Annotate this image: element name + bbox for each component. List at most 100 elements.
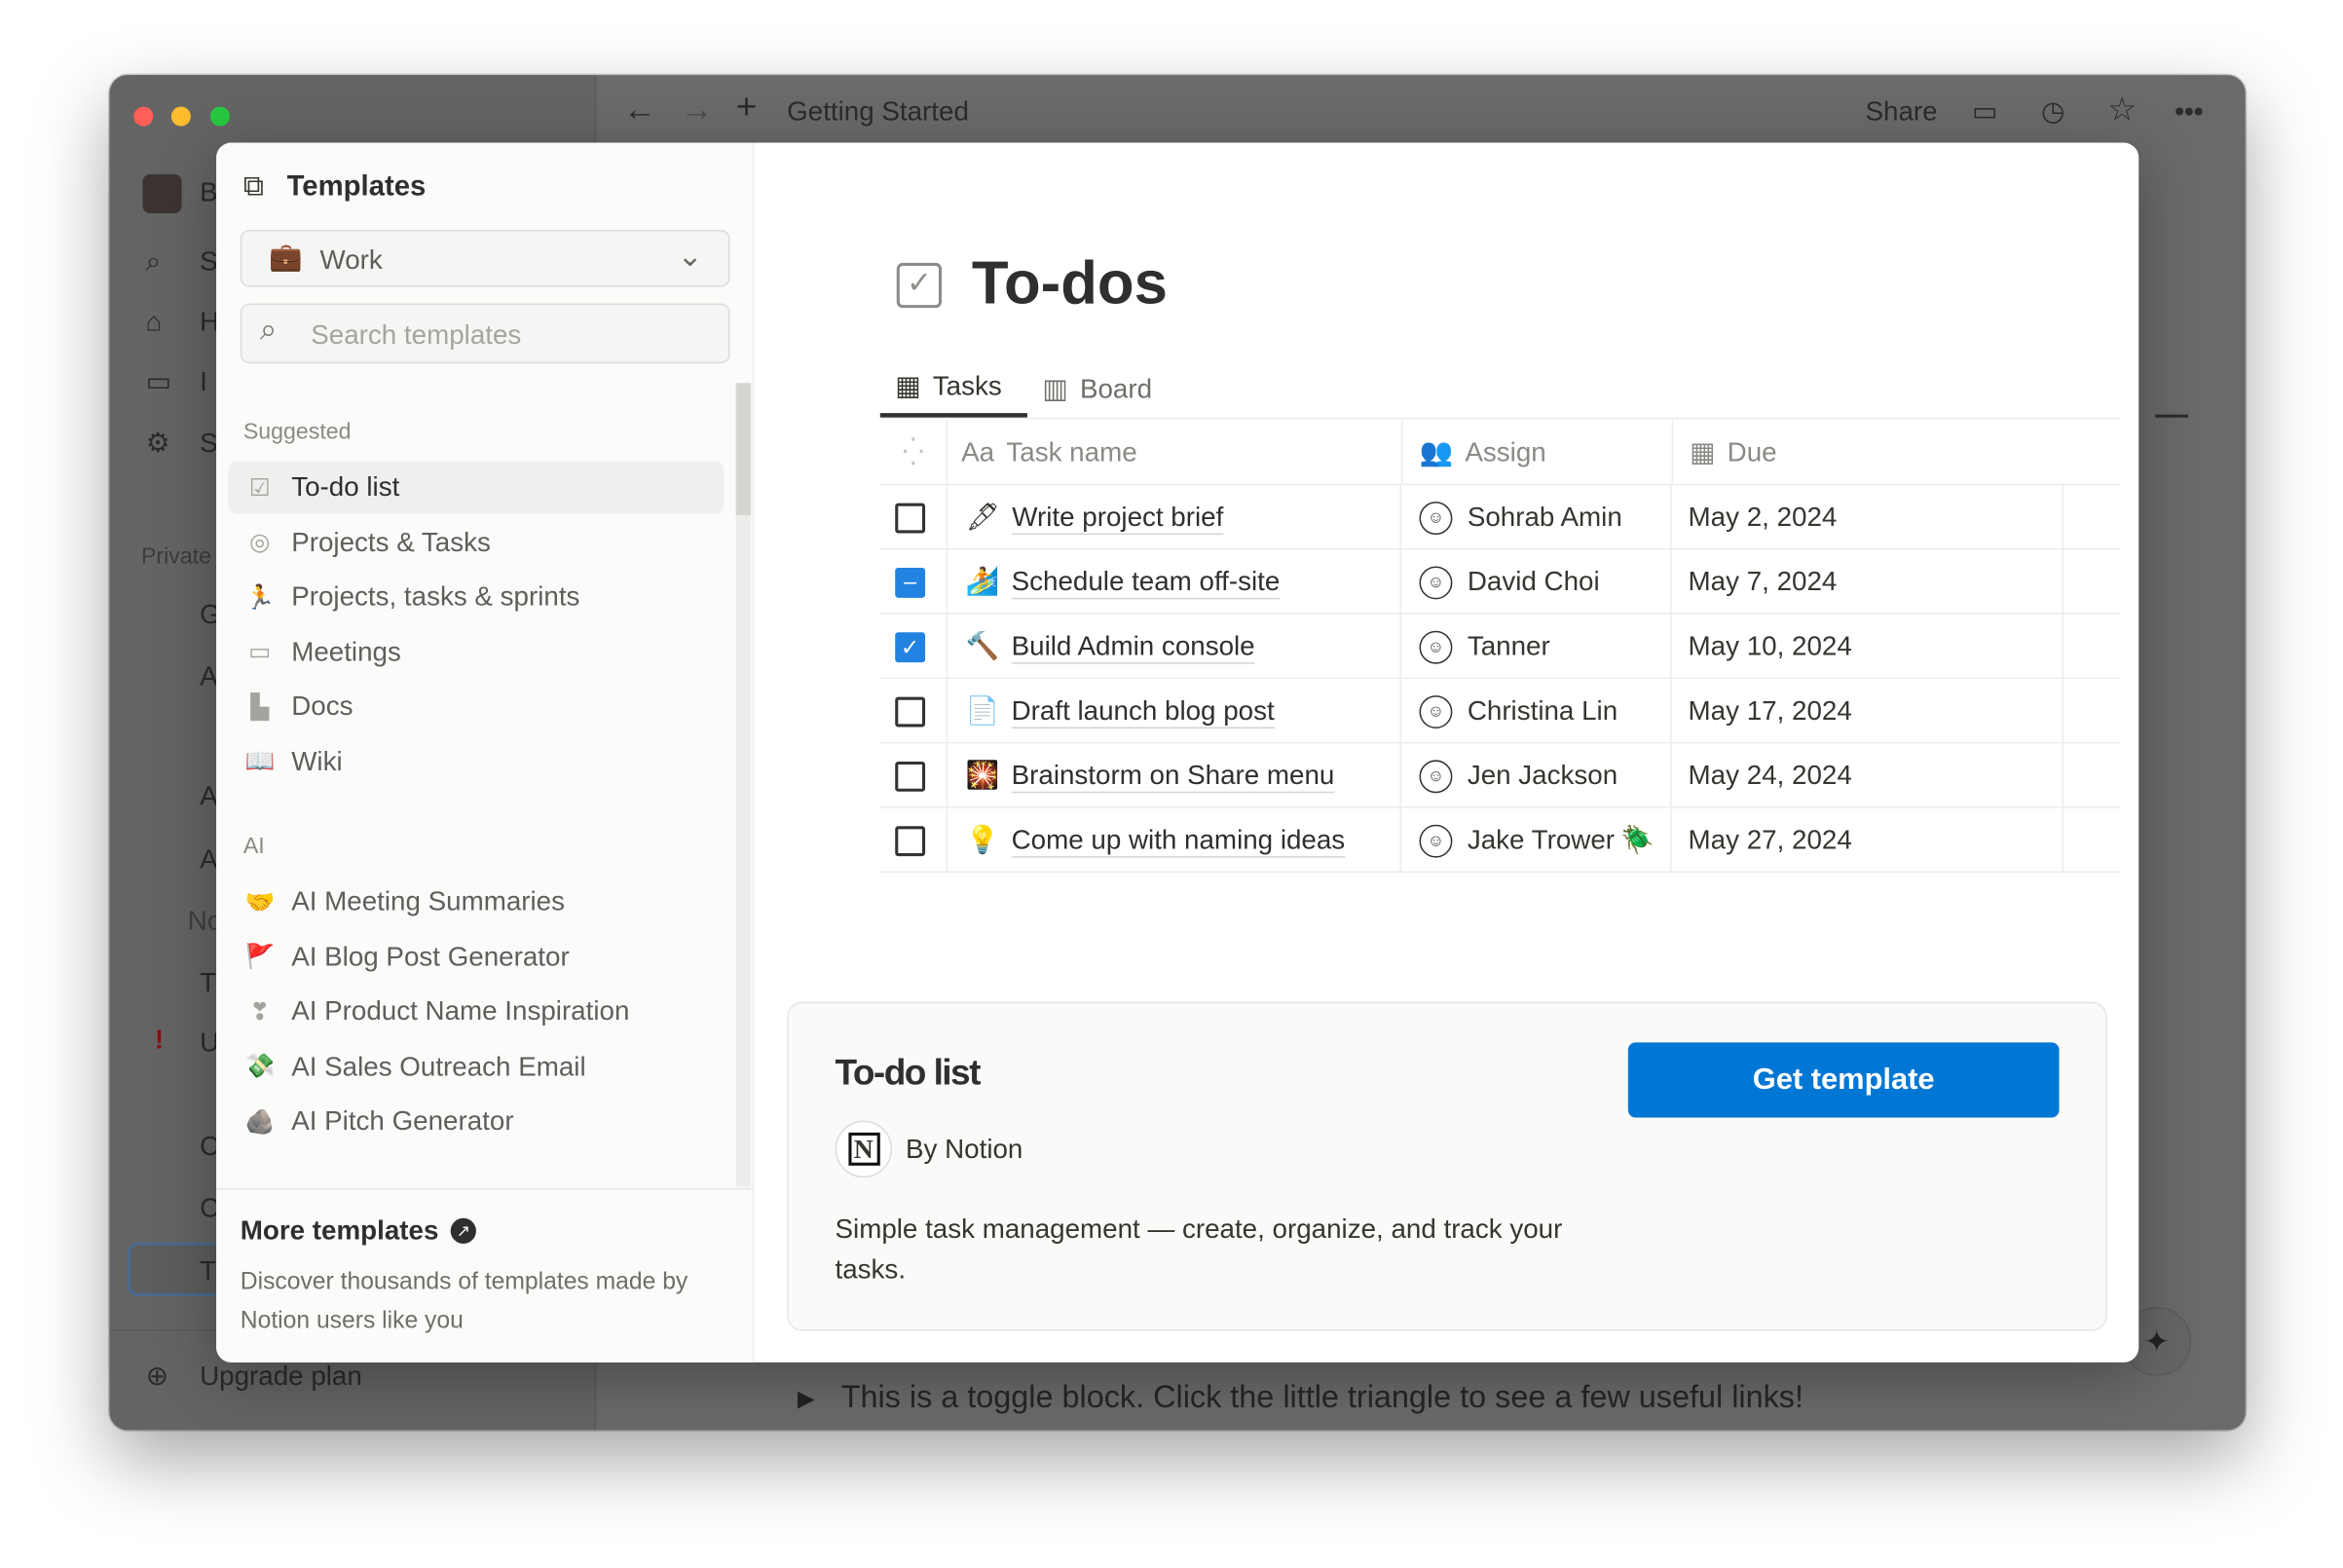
checkbox-icon: ☑	[248, 475, 271, 502]
upgrade-plan-button[interactable]: Upgrade plan	[200, 1361, 362, 1392]
workspace-name[interactable]: B	[200, 177, 218, 208]
task-emoji-icon: 📄	[965, 695, 1000, 726]
scrollbar-track[interactable]	[735, 383, 752, 1187]
template-item[interactable]: ◎ Projects & Tasks	[228, 516, 724, 569]
star-icon[interactable]: ☆	[2107, 91, 2137, 130]
history-icon[interactable]: ◷	[2041, 96, 2064, 128]
heart-exclamation-icon: ❣	[249, 999, 271, 1026]
assignee[interactable]: Sohrab Amin	[1468, 502, 1622, 533]
sidebar-page[interactable]: A	[200, 661, 218, 692]
chevron-down-icon: ⌄	[677, 240, 703, 274]
new-page-button[interactable]: +	[736, 87, 758, 129]
minimize-window-button[interactable]	[170, 106, 191, 127]
template-item-label: AI Pitch Generator	[291, 1105, 514, 1136]
sidebar-item-settings[interactable]: S	[200, 429, 218, 460]
avatar: ☺	[1419, 759, 1453, 793]
sidebar-page[interactable]: A	[200, 844, 218, 876]
more-templates-link[interactable]: More templates ↗	[241, 1215, 476, 1247]
sidebar-page[interactable]: A	[200, 781, 218, 812]
target-icon: ◎	[249, 530, 271, 556]
tab-board[interactable]: ▥ Board	[1042, 360, 1152, 418]
task-name[interactable]: Draft launch blog post	[1012, 695, 1275, 727]
zoom-window-button[interactable]	[209, 106, 230, 127]
assignee[interactable]: Jen Jackson	[1468, 760, 1618, 791]
column-header-assign[interactable]: 👥 Assign	[1419, 421, 1545, 484]
task-checkbox[interactable]	[895, 502, 926, 533]
tab-tasks[interactable]: ▦ Tasks	[879, 360, 1027, 418]
task-checkbox[interactable]	[895, 695, 926, 727]
close-window-button[interactable]	[133, 106, 154, 127]
template-item[interactable]: ▭ Meetings	[228, 625, 724, 678]
share-button[interactable]: Share	[1866, 96, 1938, 128]
assignee[interactable]: Tanner	[1468, 631, 1550, 662]
get-template-button[interactable]: Get template	[1627, 1042, 2060, 1118]
board-icon: ▥	[1042, 373, 1068, 404]
template-item[interactable]: 🚩 AI Blog Post Generator	[228, 930, 724, 983]
assignee[interactable]: David Choi	[1468, 566, 1600, 597]
sidebar-item-inbox[interactable]: I	[200, 366, 207, 397]
assignee[interactable]: Jake Trower	[1468, 825, 1615, 856]
table-row[interactable]: 💡 Come up with naming ideas ☺ Jake Trower 🪲…	[879, 806, 2121, 874]
task-name[interactable]: Build Admin console	[1012, 631, 1255, 662]
due-date[interactable]: May 24, 2024	[1689, 760, 1852, 791]
doc-icon: ▙	[250, 694, 270, 721]
page-title: To-dos	[971, 250, 1168, 317]
task-checkbox[interactable]	[895, 761, 926, 792]
search-icon[interactable]: ⌕	[146, 246, 162, 278]
templates-modal: ⧉ Templates 💼 Work ⌄ ⌕ Search templates …	[216, 142, 2139, 1363]
template-item[interactable]: ▙ Docs	[228, 681, 724, 733]
task-name[interactable]: Schedule team off-site	[1012, 566, 1281, 597]
task-name[interactable]: Come up with naming ideas	[1012, 825, 1346, 856]
avatar: ☺	[1419, 694, 1453, 728]
comments-icon[interactable]: ▭	[1972, 96, 1997, 128]
search-templates-input[interactable]: ⌕ Search templates	[240, 303, 730, 364]
task-emoji-icon: 🎇	[965, 760, 1000, 791]
due-date[interactable]: May 17, 2024	[1689, 695, 1852, 727]
column-header-task[interactable]: Aa Task name	[961, 421, 1137, 484]
templates-sidebar: ⧉ Templates 💼 Work ⌄ ⌕ Search templates …	[216, 142, 755, 1363]
forward-button[interactable]: →	[681, 91, 714, 130]
template-item[interactable]: ❣ AI Product Name Inspiration	[228, 986, 724, 1038]
template-item[interactable]: 📖 Wiki	[228, 735, 724, 788]
toggle-triangle-icon[interactable]: ▶	[798, 1385, 815, 1412]
page-breadcrumb[interactable]: Getting Started	[787, 96, 969, 128]
template-item[interactable]: 🪨 AI Pitch Generator	[228, 1095, 724, 1147]
column-header-due[interactable]: ▦ Due	[1690, 421, 1777, 484]
back-button[interactable]: ←	[623, 91, 656, 130]
more-options-icon[interactable]: •••	[2175, 96, 2203, 128]
table-row[interactable]: ✓ 🔨 Build Admin console ☺ Tanner May 10, 2…	[879, 613, 2121, 680]
assignee[interactable]: Christina Lin	[1468, 695, 1618, 727]
table-row[interactable]: 📄 Draft launch blog post ☺ Christina Lin M…	[879, 677, 2121, 744]
workspace-avatar[interactable]	[142, 173, 182, 214]
table-row[interactable]: 🎇 Brainstorm on Share menu ☺ Jen Jackson M…	[879, 741, 2121, 808]
task-checkbox[interactable]	[895, 825, 926, 856]
avatar: ☺	[1419, 629, 1453, 663]
task-checkbox[interactable]: –	[895, 567, 926, 598]
sidebar-page[interactable]: T	[200, 967, 216, 998]
due-date[interactable]: May 10, 2024	[1689, 631, 1852, 662]
task-name[interactable]: Brainstorm on Share menu	[1012, 760, 1335, 791]
sidebar-item-search[interactable]: S	[200, 246, 218, 278]
table-row[interactable]: – 🏄 Schedule team off-site ☺ David Choi Ma…	[879, 547, 2121, 615]
due-date[interactable]: May 7, 2024	[1689, 566, 1838, 597]
template-item-label: AI Product Name Inspiration	[291, 995, 630, 1027]
book-icon: 📖	[244, 749, 276, 775]
exclamation-icon: !	[154, 1024, 165, 1055]
template-item[interactable]: 🤝 AI Meeting Summaries	[228, 876, 724, 928]
gear-icon: ⚙	[145, 428, 170, 459]
table-row[interactable]: 🖋 Write project brief ☺ Sohrab Amin May 2,…	[879, 483, 2121, 550]
people-icon: 👥	[1419, 436, 1454, 467]
due-date[interactable]: May 27, 2024	[1689, 825, 1852, 856]
task-name[interactable]: Write project brief	[1012, 502, 1223, 533]
template-item[interactable]: 🏃 Projects, tasks & sprints	[228, 571, 724, 623]
outline-indicator[interactable]	[2155, 414, 2189, 418]
template-author[interactable]: By Notion	[906, 1134, 1023, 1165]
template-item[interactable]: ☑ To-do list	[228, 461, 725, 514]
scrollbar-thumb[interactable]	[735, 383, 752, 516]
toggle-block-text[interactable]: This is a toggle block. Click the little…	[841, 1380, 1804, 1416]
more-templates-description: Discover thousands of templates made by …	[240, 1269, 688, 1334]
category-dropdown[interactable]: 💼 Work ⌄	[240, 229, 730, 287]
due-date[interactable]: May 2, 2024	[1689, 502, 1838, 533]
template-item[interactable]: 💸 AI Sales Outreach Email	[228, 1040, 724, 1093]
task-checkbox[interactable]: ✓	[895, 631, 926, 662]
